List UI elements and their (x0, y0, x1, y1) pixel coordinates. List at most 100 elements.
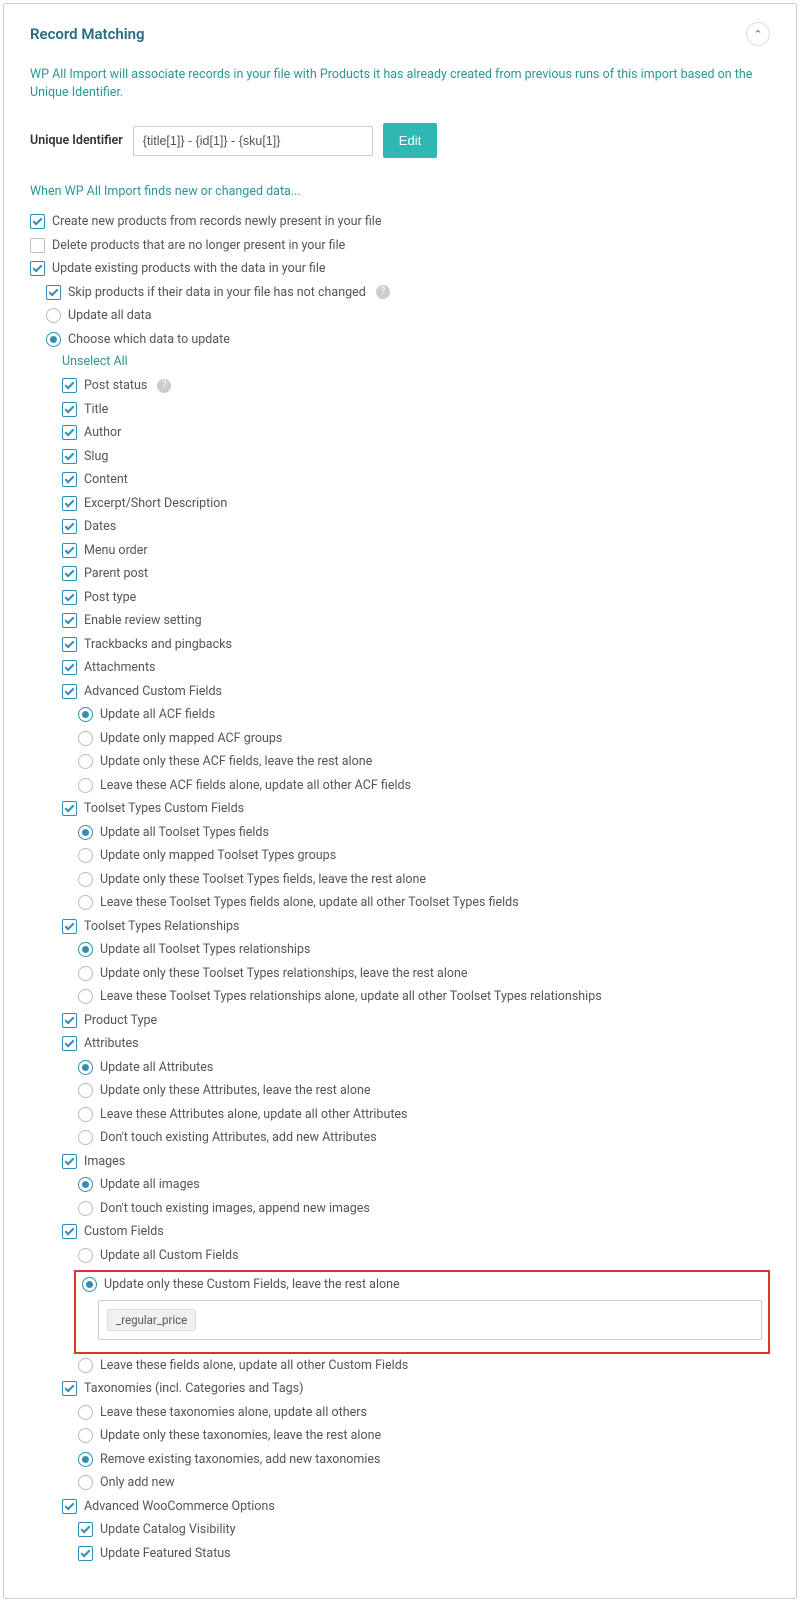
toolset-rel-leave-radio[interactable] (78, 989, 93, 1004)
acf-label: Advanced Custom Fields (84, 683, 222, 701)
cf-only-radio[interactable] (82, 1277, 97, 1292)
toolset-rel-checkbox[interactable] (62, 919, 77, 934)
attr-only-label: Update only these Attributes, leave the … (100, 1082, 370, 1100)
trackbacks-label: Trackbacks and pingbacks (84, 636, 232, 654)
unselect-all-link[interactable]: Unselect All (62, 354, 770, 369)
tax-remove-radio[interactable] (78, 1452, 93, 1467)
title-checkbox[interactable] (62, 402, 77, 417)
intro-text: WP All Import will associate records in … (30, 66, 770, 101)
skip-unchanged-checkbox[interactable] (46, 285, 61, 300)
woo-checkbox[interactable] (62, 1499, 77, 1514)
reviews-checkbox[interactable] (62, 613, 77, 628)
menu-order-checkbox[interactable] (62, 543, 77, 558)
skip-unchanged-row: Skip products if their data in your file… (46, 284, 770, 302)
toolset-rel-all-label: Update all Toolset Types relationships (100, 941, 310, 959)
dates-checkbox[interactable] (62, 519, 77, 534)
collapse-button[interactable]: ⌃ (746, 22, 770, 46)
title-label: Title (84, 401, 108, 419)
toolset-rel-leave-label: Leave these Toolset Types relationships … (100, 988, 602, 1006)
cf-only-label: Update only these Custom Fields, leave t… (104, 1276, 400, 1294)
images-checkbox[interactable] (62, 1154, 77, 1169)
toolset-cf-leave-radio[interactable] (78, 895, 93, 910)
post-status-checkbox[interactable] (62, 378, 77, 393)
delete-products-row: Delete products that are no longer prese… (30, 237, 770, 255)
tax-only-radio[interactable] (78, 1428, 93, 1443)
reviews-label: Enable review setting (84, 612, 202, 630)
cf-tag[interactable]: _regular_price (107, 1309, 196, 1331)
parent-post-checkbox[interactable] (62, 566, 77, 581)
delete-products-checkbox[interactable] (30, 238, 45, 253)
tax-add-radio[interactable] (78, 1475, 93, 1490)
cf-tag-input-box[interactable]: _regular_price (98, 1300, 762, 1340)
identifier-label: Unique Identifier (30, 133, 123, 148)
woo-catalog-checkbox[interactable] (78, 1522, 93, 1537)
attributes-checkbox[interactable] (62, 1036, 77, 1051)
toolset-cf-mapped-label: Update only mapped Toolset Types groups (100, 847, 336, 865)
highlighted-custom-fields-box: Update only these Custom Fields, leave t… (74, 1270, 770, 1354)
trackbacks-checkbox[interactable] (62, 637, 77, 652)
custom-fields-checkbox[interactable] (62, 1224, 77, 1239)
tax-remove-label: Remove existing taxonomies, add new taxo… (100, 1451, 381, 1469)
identifier-input[interactable] (133, 126, 373, 156)
chevron-up-icon: ⌃ (753, 28, 762, 41)
product-type-checkbox[interactable] (62, 1013, 77, 1028)
toolset-cf-checkbox[interactable] (62, 801, 77, 816)
attachments-checkbox[interactable] (62, 660, 77, 675)
img-all-radio[interactable] (78, 1177, 93, 1192)
acf-only-radio[interactable] (78, 754, 93, 769)
choose-data-radio[interactable] (46, 332, 61, 347)
img-dont-label: Don't touch existing images, append new … (100, 1200, 370, 1218)
img-all-label: Update all images (100, 1176, 200, 1194)
update-all-row: Update all data (46, 307, 770, 325)
choose-data-row: Choose which data to update (46, 331, 770, 349)
attr-dont-label: Don't touch existing Attributes, add new… (100, 1129, 377, 1147)
post-type-label: Post type (84, 589, 136, 607)
attr-dont-radio[interactable] (78, 1130, 93, 1145)
subheading: When WP All Import finds new or changed … (30, 184, 770, 199)
acf-all-label: Update all ACF fields (100, 706, 215, 724)
excerpt-checkbox[interactable] (62, 496, 77, 511)
slug-checkbox[interactable] (62, 449, 77, 464)
post-type-checkbox[interactable] (62, 590, 77, 605)
update-products-checkbox[interactable] (30, 261, 45, 276)
attr-leave-radio[interactable] (78, 1107, 93, 1122)
tax-leave-radio[interactable] (78, 1405, 93, 1420)
toolset-cf-only-label: Update only these Toolset Types fields, … (100, 871, 426, 889)
cf-all-radio[interactable] (78, 1248, 93, 1263)
skip-unchanged-label: Skip products if their data in your file… (68, 284, 366, 302)
cf-leave-label: Leave these fields alone, update all oth… (100, 1357, 408, 1375)
toolset-rel-all-radio[interactable] (78, 942, 93, 957)
acf-mapped-radio[interactable] (78, 731, 93, 746)
help-icon[interactable]: ? (157, 379, 171, 393)
toolset-cf-all-label: Update all Toolset Types fields (100, 824, 269, 842)
toolset-rel-only-radio[interactable] (78, 966, 93, 981)
help-icon[interactable]: ? (376, 285, 390, 299)
content-checkbox[interactable] (62, 472, 77, 487)
attr-leave-label: Leave these Attributes alone, update all… (100, 1106, 408, 1124)
toolset-cf-leave-label: Leave these Toolset Types fields alone, … (100, 894, 519, 912)
menu-order-label: Menu order (84, 542, 148, 560)
cf-leave-radio[interactable] (78, 1358, 93, 1373)
update-all-radio[interactable] (46, 308, 61, 323)
toolset-rel-only-label: Update only these Toolset Types relation… (100, 965, 468, 983)
attr-all-radio[interactable] (78, 1060, 93, 1075)
taxonomies-checkbox[interactable] (62, 1381, 77, 1396)
toolset-cf-only-radio[interactable] (78, 872, 93, 887)
create-products-checkbox[interactable] (30, 214, 45, 229)
woo-label: Advanced WooCommerce Options (84, 1498, 275, 1516)
img-dont-radio[interactable] (78, 1201, 93, 1216)
toolset-cf-mapped-radio[interactable] (78, 848, 93, 863)
acf-leave-radio[interactable] (78, 778, 93, 793)
woo-featured-checkbox[interactable] (78, 1546, 93, 1561)
toolset-cf-label: Toolset Types Custom Fields (84, 800, 244, 818)
acf-checkbox[interactable] (62, 684, 77, 699)
tax-only-label: Update only these taxonomies, leave the … (100, 1427, 381, 1445)
author-checkbox[interactable] (62, 425, 77, 440)
toolset-cf-all-radio[interactable] (78, 825, 93, 840)
edit-button[interactable]: Edit (383, 123, 437, 158)
attributes-label: Attributes (84, 1035, 139, 1053)
post-status-label: Post status (84, 377, 147, 395)
attr-only-radio[interactable] (78, 1083, 93, 1098)
acf-all-radio[interactable] (78, 707, 93, 722)
create-products-row: Create new products from records newly p… (30, 213, 770, 231)
